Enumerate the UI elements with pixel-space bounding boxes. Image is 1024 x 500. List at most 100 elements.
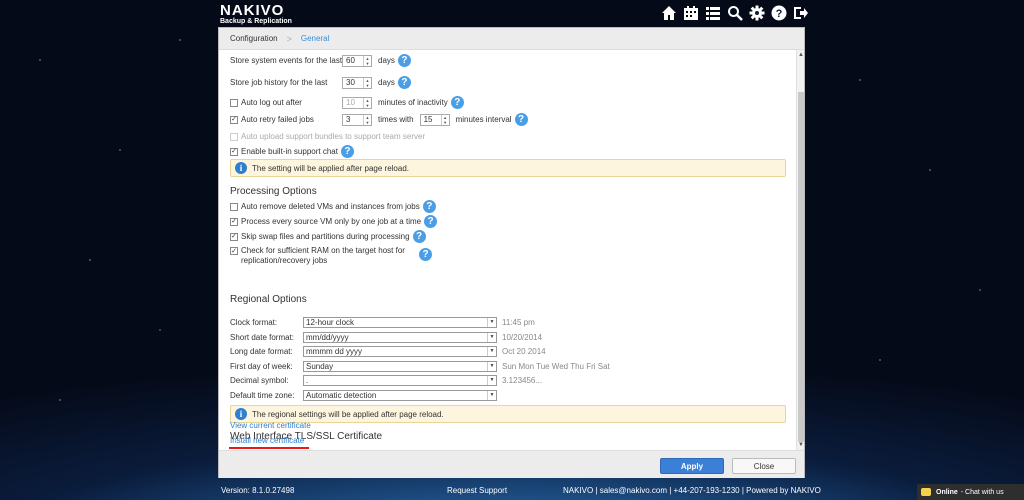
help-icon[interactable]: ? bbox=[424, 215, 438, 228]
help-icon[interactable]: ? bbox=[397, 54, 411, 67]
calendar-icon[interactable] bbox=[682, 4, 700, 22]
long-date-example: Oct 20 2014 bbox=[502, 347, 546, 356]
auto-logout-checkbox[interactable] bbox=[230, 98, 238, 107]
auto-upload-label: Auto upload support bundles to support t… bbox=[241, 132, 426, 141]
first-day-select[interactable]: Sunday ▼ bbox=[303, 361, 497, 372]
help-icon[interactable]: ? bbox=[450, 96, 464, 109]
help-icon[interactable]: ? bbox=[340, 145, 354, 158]
chevron-down-icon[interactable]: ▼ bbox=[487, 391, 496, 400]
processing-option-text: Check for sufficient RAM on the target h… bbox=[241, 246, 411, 266]
skip-swap-checkbox[interactable]: ✓ bbox=[230, 232, 238, 241]
long-date-select[interactable]: mmmm dd yyyy ▼ bbox=[303, 346, 497, 357]
scroll-down-icon[interactable]: ▼ bbox=[797, 441, 805, 449]
short-date-label: Short date format: bbox=[230, 333, 295, 342]
chevron-down-icon[interactable]: ▼ bbox=[487, 376, 496, 385]
regional-notice-text: The regional settings will be applied af… bbox=[252, 409, 444, 419]
home-icon[interactable] bbox=[660, 4, 678, 22]
stepper-arrows-icon[interactable]: ▲ ▼ bbox=[363, 77, 371, 88]
auto-upload-row: Auto upload support bundles to support t… bbox=[230, 132, 425, 141]
auto-remove-checkbox[interactable] bbox=[230, 202, 238, 211]
regional-options-heading: Regional Options bbox=[230, 294, 307, 305]
store-events-stepper[interactable]: 60 ▲ ▼ bbox=[342, 54, 372, 67]
store-events-label: Store system events for the last bbox=[230, 56, 343, 65]
store-events-unit: days bbox=[378, 56, 395, 65]
install-certificate-link[interactable]: Install new certificate bbox=[230, 436, 304, 445]
support-chat-row: ✓ Enable built-in support chat ? bbox=[230, 145, 354, 158]
auto-logout-row: Auto log out after 10 ▲ ▼ minutes of inact… bbox=[230, 96, 464, 109]
first-day-label: First day of week: bbox=[230, 362, 293, 371]
processing-option-row: Auto remove deleted VMs and instances fr… bbox=[230, 200, 436, 213]
search-icon[interactable] bbox=[726, 4, 744, 22]
help-icon[interactable]: ? bbox=[422, 200, 436, 213]
auto-logout-unit: minutes of inactivity bbox=[378, 98, 448, 107]
regional-notice: i The regional settings will be applied … bbox=[230, 405, 786, 423]
nakivo-logo[interactable]: NAKIVO Backup & Replication bbox=[220, 3, 292, 26]
clock-format-value: 12-hour clock bbox=[306, 318, 355, 327]
help-icon[interactable]: ? bbox=[419, 248, 432, 261]
chevron-down-icon[interactable]: ▼ bbox=[487, 333, 496, 342]
store-history-stepper[interactable]: 30 ▲ ▼ bbox=[342, 76, 372, 89]
help-icon[interactable]: ? bbox=[397, 76, 411, 89]
logout-icon[interactable] bbox=[792, 4, 810, 22]
scrollbar-thumb[interactable] bbox=[798, 92, 804, 442]
close-button[interactable]: Close bbox=[732, 458, 796, 474]
gear-icon[interactable] bbox=[748, 4, 766, 22]
processing-option-row: ✓ Skip swap files and partitions during … bbox=[230, 230, 426, 243]
auto-retry-interval-stepper[interactable]: 15 ▲ ▼ bbox=[419, 113, 450, 126]
help-icon[interactable]: ? bbox=[770, 4, 788, 22]
brand-name: NAKIVO bbox=[220, 2, 285, 19]
first-day-value: Sunday bbox=[306, 362, 334, 371]
highlight-underline bbox=[229, 447, 309, 449]
processing-option-label: Auto remove deleted VMs and instances fr… bbox=[241, 202, 420, 211]
decimal-symbol-select[interactable]: . ▼ bbox=[303, 375, 497, 386]
processing-option-row: ✓ Process every source VM only by one jo… bbox=[230, 215, 438, 228]
scroll-up-icon[interactable]: ▲ bbox=[797, 51, 805, 59]
brand-subtitle: Backup & Replication bbox=[220, 18, 292, 25]
help-icon[interactable]: ? bbox=[514, 113, 528, 126]
view-certificate-link[interactable]: View current certificate bbox=[230, 421, 311, 430]
clock-format-example: 11:45 pm bbox=[502, 318, 535, 327]
auto-retry-times-stepper[interactable]: 3 ▲ ▼ bbox=[342, 113, 372, 126]
long-date-value: mmmm dd yyyy bbox=[306, 347, 362, 356]
decimal-symbol-value: . bbox=[306, 376, 309, 385]
request-support-link[interactable]: Request Support bbox=[447, 486, 507, 495]
store-history-row: Store job history for the last 30 ▲ ▼ days… bbox=[230, 76, 411, 89]
apply-button[interactable]: Apply bbox=[660, 458, 724, 474]
process-one-job-checkbox[interactable]: ✓ bbox=[230, 217, 238, 226]
help-icon[interactable]: ? bbox=[412, 230, 426, 243]
auto-logout-stepper[interactable]: 10 ▲ ▼ bbox=[342, 96, 372, 109]
processing-option-row: ✓ Check for sufficient RAM on the target… bbox=[230, 246, 432, 266]
breadcrumb-configuration[interactable]: Configuration bbox=[230, 34, 278, 43]
job-list-icon[interactable] bbox=[704, 4, 722, 22]
short-date-select[interactable]: mm/dd/yyyy ▼ bbox=[303, 332, 497, 343]
support-chat-checkbox[interactable]: ✓ bbox=[230, 147, 238, 156]
chevron-down-icon[interactable]: ▼ bbox=[487, 347, 496, 356]
settings-panel: Configuration > General Store system eve… bbox=[218, 27, 805, 478]
top-navigation: ? bbox=[660, 4, 810, 22]
breadcrumb-general[interactable]: General bbox=[301, 34, 329, 43]
check-ram-checkbox[interactable]: ✓ bbox=[230, 247, 238, 255]
version-text: Version: 8.1.0.27498 bbox=[221, 486, 295, 495]
chevron-down-icon[interactable]: ▼ bbox=[487, 362, 496, 371]
store-events-row: Store system events for the last 60 ▲ ▼ da… bbox=[230, 54, 411, 67]
short-date-value: mm/dd/yyyy bbox=[306, 333, 349, 342]
auto-retry-times-label: times with bbox=[378, 115, 414, 124]
auto-retry-checkbox[interactable]: ✓ bbox=[230, 115, 238, 124]
chat-widget[interactable]: Online - Chat with us bbox=[917, 484, 1024, 500]
stepper-arrows-icon[interactable]: ▲ ▼ bbox=[363, 55, 371, 66]
time-zone-select[interactable]: Automatic detection ▼ bbox=[303, 390, 497, 401]
processing-option-label: Process every source VM only by one job … bbox=[241, 217, 422, 226]
auto-upload-checkbox[interactable] bbox=[230, 132, 238, 141]
chevron-down-icon[interactable]: ▼ bbox=[487, 318, 496, 327]
svg-text:?: ? bbox=[776, 8, 783, 20]
decimal-symbol-label: Decimal symbol: bbox=[230, 376, 289, 385]
clock-format-select[interactable]: 12-hour clock ▼ bbox=[303, 317, 497, 328]
stepper-arrows-icon[interactable]: ▲ ▼ bbox=[363, 114, 371, 125]
auto-retry-label: Auto retry failed jobs bbox=[241, 115, 314, 124]
time-zone-label: Default time zone: bbox=[230, 391, 295, 400]
settings-scrollbar[interactable]: ▲ ▼ bbox=[796, 50, 804, 450]
chat-label: - Chat with us bbox=[960, 488, 1004, 496]
stepper-arrows-icon[interactable]: ▲ ▼ bbox=[440, 114, 449, 125]
decimal-symbol-example: 3.123456... bbox=[502, 376, 543, 385]
stepper-arrows-icon[interactable]: ▲ ▼ bbox=[363, 97, 371, 108]
